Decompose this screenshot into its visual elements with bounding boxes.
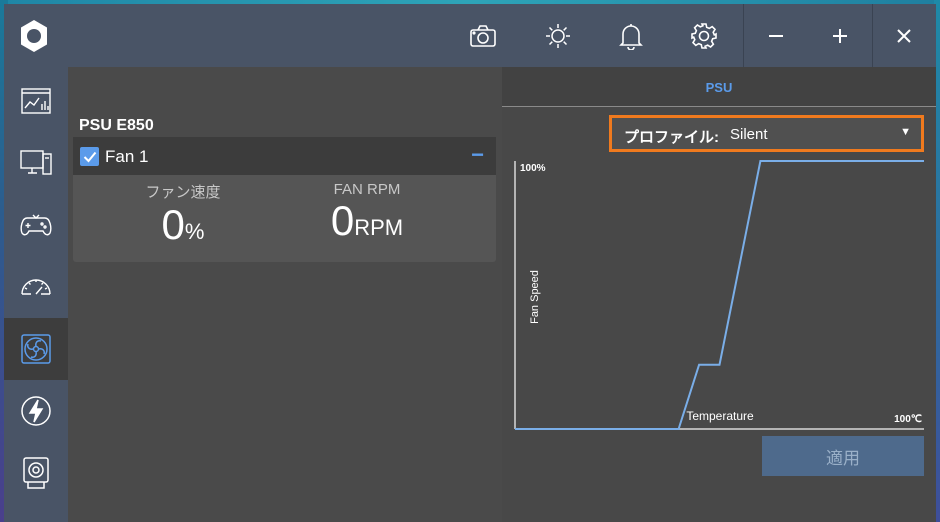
bell-icon[interactable] [609, 14, 653, 58]
fan-rpm-stat: FAN RPM 0RPM [287, 181, 447, 244]
sidebar [4, 67, 68, 522]
profile-label: プロファイル: [624, 129, 719, 146]
fan-rpm-unit: RPM [354, 215, 404, 240]
sidebar-item-webcam[interactable] [4, 442, 68, 504]
fan-speed-value: 0 [161, 201, 185, 248]
fan-rpm-value: 0 [330, 197, 355, 244]
device-title: PSU E850 [79, 117, 154, 134]
fan-speed-label: ファン速度 [145, 184, 221, 201]
app-window: PSU E850 Fan 1 − ファン速度 0% FAN RPM 0RPM P… [4, 4, 936, 522]
brightness-icon[interactable] [536, 14, 580, 58]
webcam-icon [23, 457, 49, 489]
apply-button[interactable]: 適用 [762, 436, 924, 476]
minimize-icon [769, 34, 783, 37]
fan-speed-stat: ファン速度 0% [103, 181, 263, 248]
check-icon [83, 151, 96, 162]
maximize-button[interactable] [808, 4, 872, 67]
x-axis-label: Temperature [686, 409, 754, 423]
close-icon [897, 28, 911, 43]
profile-value: Silent [730, 126, 768, 143]
app-logo-icon [21, 20, 47, 52]
dashboard-icon [21, 88, 51, 114]
collapse-button[interactable]: − [471, 143, 484, 167]
fan-icon [21, 334, 51, 364]
y-max-label: 100% [520, 163, 546, 174]
fan-speed-unit: % [184, 219, 205, 244]
monitor-icon [20, 150, 52, 175]
device-panel: PSU E850 Fan 1 − ファン速度 0% FAN RPM 0RPM [68, 67, 502, 522]
fan-rpm-label: FAN RPM [333, 181, 401, 198]
fan-curve-line [515, 160, 924, 430]
fan-curve-chart[interactable]: 100% 100℃ Fan Speed Temperature [512, 157, 927, 432]
fan-name: Fan 1 [105, 147, 149, 166]
camera-icon[interactable] [461, 14, 505, 58]
fan-card: Fan 1 − ファン速度 0% FAN RPM 0RPM [73, 137, 496, 262]
sidebar-item-overclock[interactable] [4, 256, 68, 318]
profile-dropdown[interactable]: プロファイル: Silent ▼ [609, 115, 924, 152]
x-max-label: 100℃ [894, 414, 922, 425]
dropdown-arrow-icon: ▼ [900, 126, 911, 138]
sidebar-item-fan[interactable] [4, 318, 68, 380]
gamepad-icon [20, 214, 52, 236]
sidebar-item-game[interactable] [4, 194, 68, 256]
title-bar [4, 4, 936, 67]
tab-bar: PSU [502, 67, 936, 107]
sidebar-item-monitor[interactable] [4, 132, 68, 194]
fan-header: Fan 1 − [73, 137, 496, 175]
gear-icon[interactable] [682, 14, 726, 58]
curve-panel: PSU プロファイル: Silent ▼ 100% 100℃ Fan Speed… [502, 67, 936, 522]
lightning-icon [21, 396, 51, 426]
minimize-button[interactable] [744, 4, 808, 67]
tab-psu[interactable]: PSU [502, 80, 936, 95]
close-button[interactable] [872, 4, 936, 67]
fan-checkbox[interactable] [80, 147, 99, 166]
sidebar-item-power[interactable] [4, 380, 68, 442]
y-axis-label: Fan Speed [529, 270, 541, 324]
sidebar-item-dashboard[interactable] [4, 70, 68, 132]
speedometer-icon [21, 279, 51, 295]
maximize-icon [833, 28, 847, 43]
